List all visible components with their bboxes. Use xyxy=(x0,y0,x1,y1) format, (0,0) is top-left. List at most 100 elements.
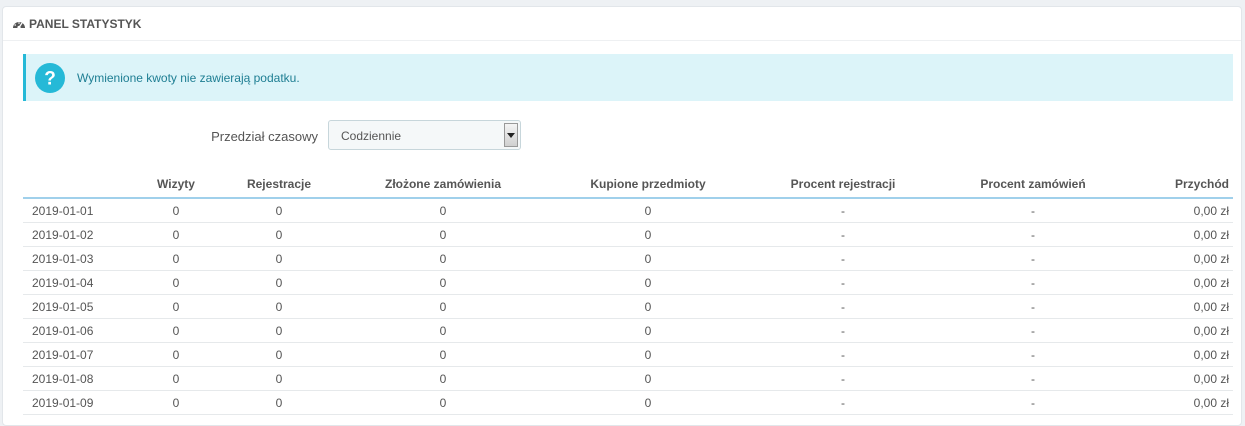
cell-revenue: 0,00 zł xyxy=(1138,366,1233,391)
cell-registration-rate: - xyxy=(758,366,928,391)
cell-revenue: 0,00 zł xyxy=(1138,342,1233,367)
table-row: 2019-01-01 0 0 0 0- -0,00 zł xyxy=(23,198,1233,223)
cell-registrations: 0 xyxy=(210,222,348,247)
cell-items-bought: 0 xyxy=(538,366,758,391)
cell-order-rate: - xyxy=(928,342,1138,367)
cell-order-rate: - xyxy=(928,318,1138,343)
cell-visits: 0 xyxy=(142,246,210,271)
tax-info-alert: ? Wymienione kwoty nie zawierają podatku… xyxy=(23,54,1233,101)
cell-revenue: 0,00 zł xyxy=(1138,390,1233,415)
cell-date: 2019-01-03 xyxy=(23,246,142,271)
cell-visits: 0 xyxy=(142,342,210,367)
table-row: 2019-01-03 0 0 0 0- -0,00 zł xyxy=(23,246,1233,271)
table-row: 2019-01-02 0 0 0 0- -0,00 zł xyxy=(23,222,1233,247)
cell-visits: 0 xyxy=(142,270,210,295)
cell-orders: 0 xyxy=(348,390,538,415)
cell-orders: 0 xyxy=(348,342,538,367)
stats-panel: PANEL STATYSTYK ? Wymienione kwoty nie z… xyxy=(2,6,1242,426)
cell-items-bought: 0 xyxy=(538,390,758,415)
cell-date: 2019-01-06 xyxy=(23,318,142,343)
dashboard-icon xyxy=(12,18,26,30)
cell-items-bought: 0 xyxy=(538,222,758,247)
cell-revenue: 0,00 zł xyxy=(1138,198,1233,223)
col-header-items-bought: Kupione przedmioty xyxy=(538,171,758,199)
cell-order-rate: - xyxy=(928,270,1138,295)
cell-items-bought: 0 xyxy=(538,246,758,271)
cell-order-rate: - xyxy=(928,222,1138,247)
cell-order-rate: - xyxy=(928,366,1138,391)
stats-table: Wizyty Rejestracje Złożone zamówienia Ku… xyxy=(23,171,1233,415)
cell-items-bought: 0 xyxy=(538,198,758,223)
cell-items-bought: 0 xyxy=(538,294,758,319)
col-header-date xyxy=(23,171,142,199)
cell-registrations: 0 xyxy=(210,270,348,295)
cell-registrations: 0 xyxy=(210,198,348,223)
cell-visits: 0 xyxy=(142,198,210,223)
cell-orders: 0 xyxy=(348,198,538,223)
col-header-revenue: Przychód xyxy=(1138,171,1233,199)
col-header-order-rate: Procent zamówień xyxy=(928,171,1138,199)
col-header-visits: Wizyty xyxy=(142,171,210,199)
cell-date: 2019-01-01 xyxy=(23,198,142,223)
cell-registration-rate: - xyxy=(758,318,928,343)
cell-registrations: 0 xyxy=(210,318,348,343)
table-row: 2019-01-09 0 0 0 0- -0,00 zł xyxy=(23,390,1233,415)
cell-orders: 0 xyxy=(348,366,538,391)
time-range-label: Przedział czasowy xyxy=(211,129,318,144)
cell-revenue: 0,00 zł xyxy=(1138,318,1233,343)
panel-heading: PANEL STATYSTYK xyxy=(3,7,1241,41)
cell-order-rate: - xyxy=(928,246,1138,271)
col-header-registration-rate: Procent rejestracji xyxy=(758,171,928,199)
time-range-value: Codziennie xyxy=(341,129,402,143)
cell-date: 2019-01-02 xyxy=(23,222,142,247)
cell-orders: 0 xyxy=(348,246,538,271)
cell-date: 2019-01-05 xyxy=(23,294,142,319)
cell-items-bought: 0 xyxy=(538,342,758,367)
col-header-registrations: Rejestracje xyxy=(210,171,348,199)
cell-date: 2019-01-08 xyxy=(23,366,142,391)
panel-title: PANEL STATYSTYK xyxy=(29,16,142,31)
time-range-filter: Przedział czasowy Codziennie xyxy=(3,120,1241,150)
cell-registration-rate: - xyxy=(758,294,928,319)
alert-message: Wymienione kwoty nie zawierają podatku. xyxy=(77,70,300,85)
table-row: 2019-01-04 0 0 0 0- -0,00 zł xyxy=(23,270,1233,295)
cell-orders: 0 xyxy=(348,222,538,247)
svg-text:?: ? xyxy=(44,68,56,89)
table-row: 2019-01-05 0 0 0 0- -0,00 zł xyxy=(23,294,1233,319)
chevron-down-icon[interactable] xyxy=(504,123,518,147)
cell-revenue: 0,00 zł xyxy=(1138,294,1233,319)
cell-revenue: 0,00 zł xyxy=(1138,222,1233,247)
cell-visits: 0 xyxy=(142,222,210,247)
cell-visits: 0 xyxy=(142,366,210,391)
cell-orders: 0 xyxy=(348,294,538,319)
cell-registration-rate: - xyxy=(758,246,928,271)
cell-items-bought: 0 xyxy=(538,318,758,343)
col-header-orders: Złożone zamówienia xyxy=(348,171,538,199)
cell-visits: 0 xyxy=(142,294,210,319)
cell-registration-rate: - xyxy=(758,342,928,367)
table-row: 2019-01-07 0 0 0 0- -0,00 zł xyxy=(23,342,1233,367)
cell-date: 2019-01-04 xyxy=(23,270,142,295)
cell-date: 2019-01-07 xyxy=(23,342,142,367)
cell-revenue: 0,00 zł xyxy=(1138,246,1233,271)
cell-registration-rate: - xyxy=(758,270,928,295)
cell-registration-rate: - xyxy=(758,390,928,415)
cell-order-rate: - xyxy=(928,198,1138,223)
stats-table-body: 2019-01-01 0 0 0 0- -0,00 zł 2019-01-02 0 0 0 0- -0… xyxy=(23,198,1233,415)
cell-registrations: 0 xyxy=(210,366,348,391)
cell-revenue: 0,00 zł xyxy=(1138,270,1233,295)
cell-registrations: 0 xyxy=(210,246,348,271)
cell-registrations: 0 xyxy=(210,294,348,319)
cell-order-rate: - xyxy=(928,390,1138,415)
cell-registration-rate: - xyxy=(758,222,928,247)
cell-orders: 0 xyxy=(348,318,538,343)
cell-registrations: 0 xyxy=(210,390,348,415)
time-range-select[interactable]: Codziennie xyxy=(328,120,521,150)
cell-visits: 0 xyxy=(142,318,210,343)
cell-visits: 0 xyxy=(142,390,210,415)
cell-date: 2019-01-09 xyxy=(23,390,142,415)
cell-items-bought: 0 xyxy=(538,270,758,295)
table-row: 2019-01-08 0 0 0 0- -0,00 zł xyxy=(23,366,1233,391)
cell-orders: 0 xyxy=(348,270,538,295)
table-row: 2019-01-06 0 0 0 0- -0,00 zł xyxy=(23,318,1233,343)
